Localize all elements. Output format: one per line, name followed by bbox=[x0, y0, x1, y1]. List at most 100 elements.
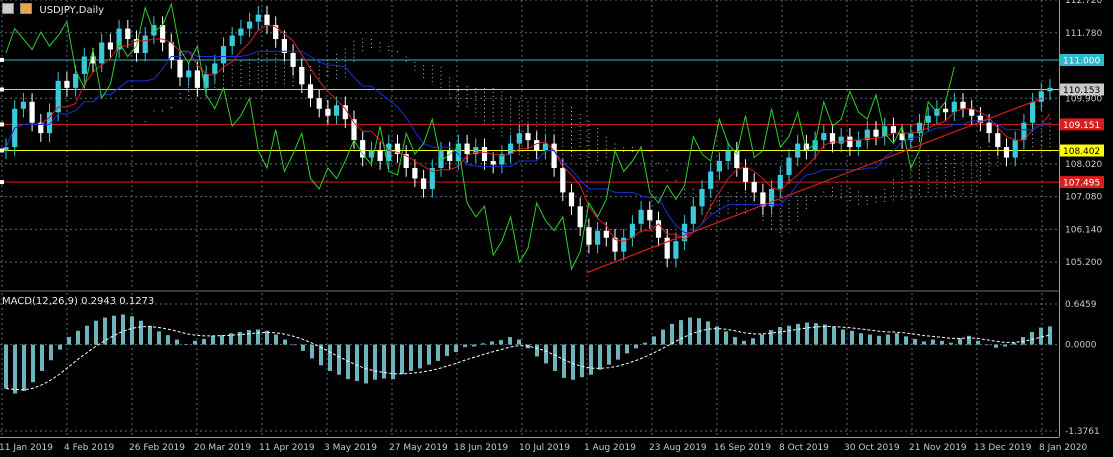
candle-body bbox=[551, 143, 557, 169]
x-tick-label: 8 Jan 2020 bbox=[1039, 443, 1087, 453]
candle-body bbox=[690, 206, 696, 224]
candle-body bbox=[481, 147, 488, 162]
candle-body bbox=[377, 150, 383, 162]
level-marker bbox=[0, 122, 4, 127]
candle-body bbox=[255, 14, 261, 22]
candle-body bbox=[464, 143, 470, 155]
x-tick-label: 30 Oct 2019 bbox=[844, 443, 900, 453]
candle-body bbox=[307, 84, 314, 99]
macd-y-tick-label: 0.0000 bbox=[1065, 341, 1097, 351]
x-tick-label: 1 Aug 2019 bbox=[584, 443, 636, 453]
level-marker bbox=[0, 87, 4, 92]
candle-body bbox=[125, 28, 131, 40]
candle-body bbox=[1047, 87, 1053, 92]
candle-body bbox=[238, 28, 244, 36]
candle-body bbox=[586, 227, 592, 245]
candle-body bbox=[264, 14, 270, 26]
candle-body bbox=[847, 136, 853, 148]
macd-y-tick-label: 0.6459 bbox=[1065, 300, 1097, 310]
candle-body bbox=[716, 161, 723, 172]
x-tick-label: 3 May 2019 bbox=[324, 443, 377, 453]
candle-body bbox=[855, 140, 862, 148]
chart-icon[interactable] bbox=[20, 3, 33, 14]
candle-body bbox=[890, 126, 897, 134]
level-marker bbox=[0, 57, 4, 62]
candle-body bbox=[647, 209, 653, 221]
level-badge-label: 108.402 bbox=[1063, 147, 1100, 157]
x-tick-label: 21 Nov 2019 bbox=[909, 443, 967, 453]
candle-body bbox=[246, 21, 253, 29]
candle-body bbox=[621, 237, 627, 252]
candle-body bbox=[673, 241, 679, 259]
candle-body bbox=[560, 168, 566, 193]
y-tick-label: 106.140 bbox=[1065, 225, 1102, 235]
candle-body bbox=[420, 178, 427, 189]
candle-body bbox=[986, 122, 992, 134]
candle-body bbox=[290, 52, 296, 67]
candle-body bbox=[873, 129, 879, 137]
candle-body bbox=[655, 220, 662, 238]
candle-body bbox=[638, 209, 644, 224]
candle-body bbox=[742, 168, 749, 182]
chart-area[interactable]: 11 Jan 2019 4 Feb 2019 26 Feb 2019 20 Mar 2… bbox=[0, 0, 1113, 457]
y-tick-label: 108.020 bbox=[1065, 160, 1102, 170]
macd-title: MACD(12,26,9) 0.2943 0.1273 bbox=[2, 296, 155, 307]
x-tick-label: 4 Feb 2019 bbox=[64, 443, 115, 453]
level-badge-label: 107.495 bbox=[1063, 179, 1100, 189]
candle-body bbox=[212, 63, 218, 74]
candle-body bbox=[951, 101, 957, 113]
level-marker bbox=[0, 148, 4, 153]
candle-body bbox=[568, 192, 575, 207]
x-tick-label: 18 Jun 2019 bbox=[454, 443, 508, 453]
level-badge-label: 109.151 bbox=[1063, 121, 1100, 131]
candle-body bbox=[194, 70, 201, 88]
candle-body bbox=[603, 230, 609, 238]
candle-body bbox=[1003, 147, 1010, 158]
x-tick-label: 13 Dec 2019 bbox=[974, 443, 1032, 453]
x-tick-label: 11 Apr 2019 bbox=[259, 443, 315, 453]
candle-body bbox=[177, 59, 183, 78]
x-tick-label: 11 Jan 2019 bbox=[0, 443, 53, 453]
candle-body bbox=[534, 140, 540, 151]
candle-body bbox=[20, 101, 27, 109]
candle-body bbox=[699, 188, 705, 207]
y-tick-label: 105.200 bbox=[1065, 258, 1102, 268]
candle-body bbox=[1038, 91, 1044, 102]
window-icon[interactable] bbox=[2, 3, 14, 14]
x-tick-label: 20 Mar 2019 bbox=[194, 443, 251, 453]
y-tick-label: 112.720 bbox=[1065, 0, 1102, 6]
candle-body bbox=[333, 105, 340, 116]
candle-body bbox=[142, 35, 148, 53]
macd-y-tick-label: -1.3761 bbox=[1065, 427, 1100, 437]
candle-body bbox=[925, 115, 931, 123]
candle-body bbox=[64, 80, 70, 88]
candle-body bbox=[386, 143, 392, 162]
candle-body bbox=[316, 98, 322, 109]
candle-body bbox=[107, 42, 114, 50]
candle-body bbox=[490, 161, 496, 165]
candle-body bbox=[838, 136, 844, 144]
candle-body bbox=[708, 171, 714, 189]
candle-body bbox=[3, 147, 9, 151]
macd-histogram bbox=[3, 314, 1053, 394]
candle-body bbox=[325, 108, 331, 116]
candle-body bbox=[525, 133, 531, 141]
level-badge-label: 110.153 bbox=[1063, 86, 1100, 96]
candle-body bbox=[577, 206, 583, 228]
x-tick-label: 8 Oct 2019 bbox=[779, 443, 829, 453]
y-tick-label: 107.080 bbox=[1065, 193, 1102, 203]
candle-body bbox=[725, 150, 731, 162]
price-chart[interactable]: 11 Jan 2019 4 Feb 2019 26 Feb 2019 20 Mar 2… bbox=[0, 0, 1113, 457]
candle-body bbox=[299, 66, 305, 85]
x-tick-label: 27 May 2019 bbox=[389, 443, 448, 453]
candle-body bbox=[1012, 140, 1018, 158]
candle-body bbox=[768, 188, 775, 207]
x-tick-label: 16 Sep 2019 bbox=[714, 443, 771, 453]
x-tick-label: 26 Feb 2019 bbox=[129, 443, 185, 453]
candle-body bbox=[777, 174, 783, 189]
chart-title: USDJPY,Daily bbox=[39, 5, 105, 16]
candle-body bbox=[516, 133, 522, 144]
candle-body bbox=[995, 133, 1001, 148]
candle-body bbox=[186, 70, 192, 78]
candle-body bbox=[72, 73, 79, 88]
